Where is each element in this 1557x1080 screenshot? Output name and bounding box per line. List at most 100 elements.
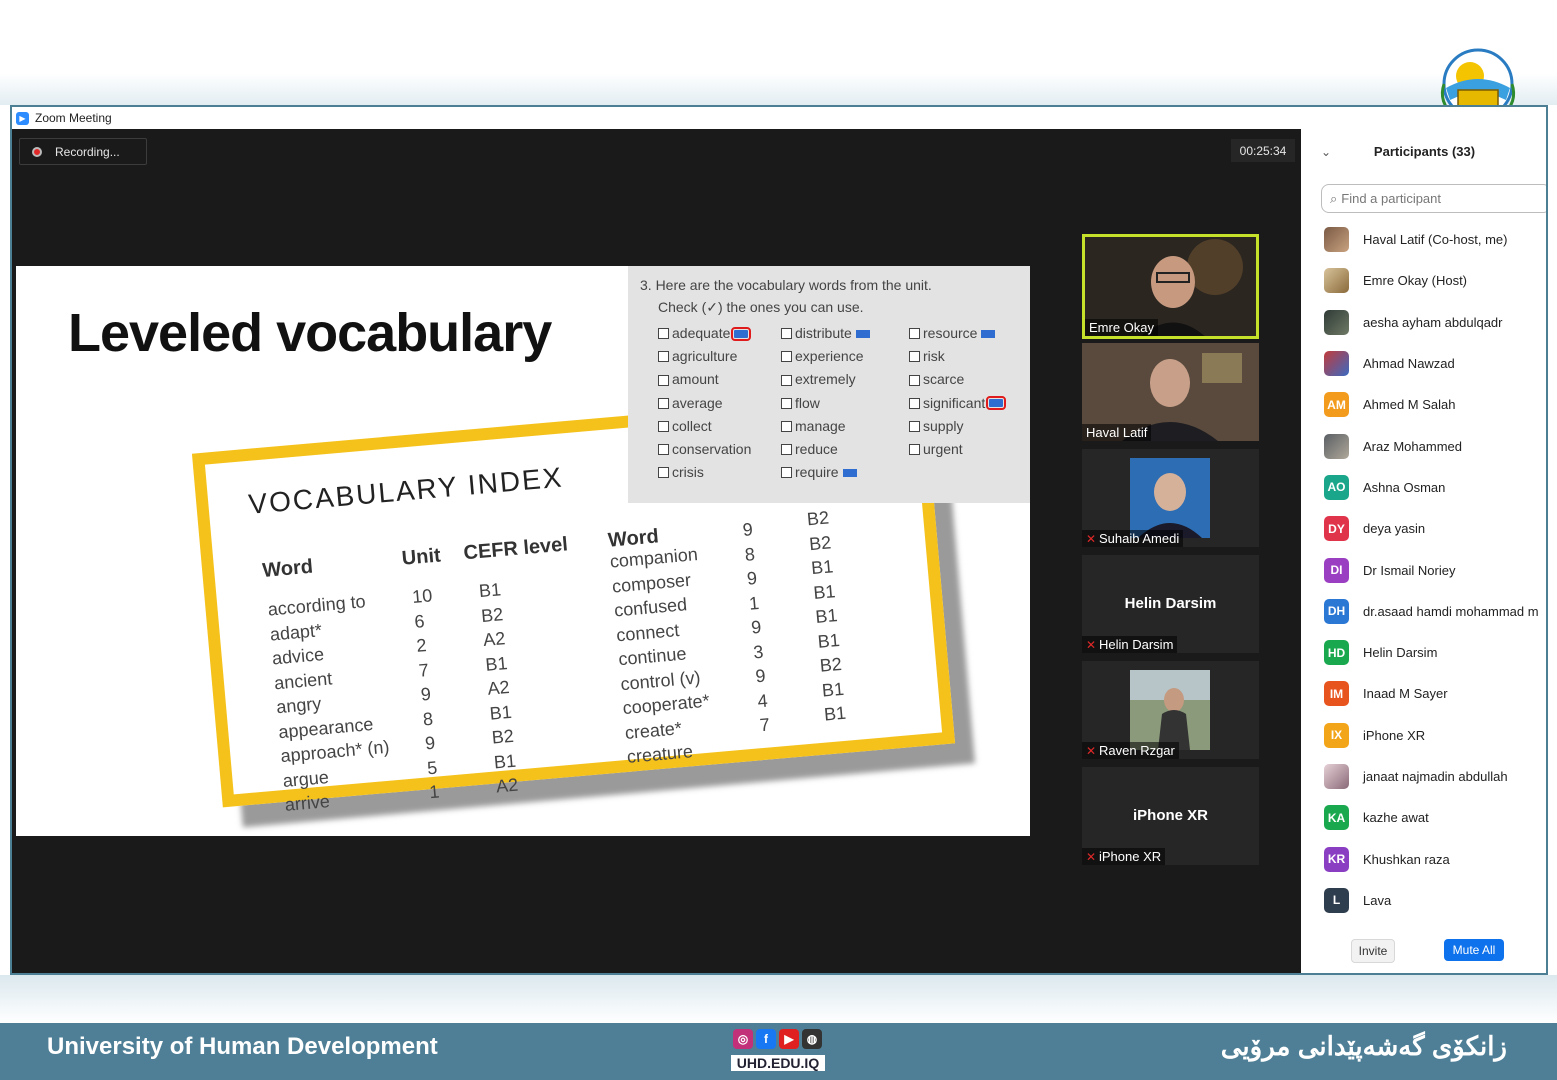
- exercise-instructions: 3. Here are the vocabulary words from th…: [640, 274, 932, 318]
- checkbox-item: average: [658, 392, 751, 415]
- checkbox-item: reduce: [781, 438, 870, 461]
- participant-name: deya yasin: [1363, 521, 1426, 537]
- checkbox-item: collect: [658, 415, 751, 438]
- window-title: Zoom Meeting: [35, 111, 112, 125]
- footer-university-name: University of Human Development: [47, 1033, 438, 1060]
- participants-header: Participants (33): [1373, 144, 1476, 159]
- participant-row[interactable]: DH dr.asaad hamdi mohammad m: [1301, 591, 1546, 632]
- avatar: AM: [1324, 392, 1349, 418]
- unit: 7: [417, 659, 430, 681]
- participant-name: Khushkan raza: [1363, 851, 1450, 867]
- participant-name: Ahmed M Salah: [1363, 397, 1456, 413]
- participant-name: Araz Mohammed: [1363, 438, 1462, 454]
- facebook-icon[interactable]: f: [756, 1029, 776, 1049]
- participant-name: Lava: [1363, 892, 1392, 908]
- youtube-icon[interactable]: ▶: [779, 1029, 799, 1049]
- checkbox-item: significant: [909, 392, 1007, 415]
- item-label: manage: [795, 417, 846, 434]
- vocab-index-title: VOCABULARY INDEX: [247, 461, 565, 520]
- unit: 7: [758, 714, 771, 736]
- participant-row[interactable]: KR Khushkan raza: [1301, 838, 1546, 879]
- checkbox-icon: [658, 467, 669, 479]
- tile-label: ✕ Helin Darsim: [1082, 636, 1178, 653]
- checkbox-icon: [909, 420, 920, 432]
- cefr-level: B2: [806, 507, 830, 530]
- participant-row[interactable]: IX iPhone XR: [1301, 715, 1546, 756]
- participant-row[interactable]: AM Ahmed M Salah: [1301, 384, 1546, 425]
- levels-column-2: B2 B2 B1 B1 B1 B1 B2 B1 B1: [806, 505, 847, 727]
- tile-label: ✕ Suhaib Amedi: [1082, 530, 1184, 547]
- participant-row[interactable]: Emre Okay (Host): [1301, 260, 1546, 301]
- participant-list: Haval Latif (Co-host, me) Emre Okay (Hos…: [1301, 219, 1546, 921]
- participant-row[interactable]: janaat najmadin abdullah: [1301, 756, 1546, 797]
- avatar: DH: [1324, 598, 1349, 624]
- participant-name: janaat najmadin abdullah: [1363, 769, 1508, 784]
- avatar: L: [1324, 887, 1349, 913]
- muted-mic-icon: ✕: [1086, 743, 1097, 758]
- participant-row[interactable]: L Lava: [1301, 880, 1546, 921]
- website-url[interactable]: UHD.EDU.IQ: [731, 1055, 825, 1071]
- participant-row[interactable]: Araz Mohammed: [1301, 425, 1546, 466]
- checkbox-item: conservation: [658, 438, 751, 461]
- checkbox-icon: [781, 351, 792, 363]
- muted-mic-icon: ✕: [1086, 849, 1097, 864]
- participant-row[interactable]: IM Inaad M Sayer: [1301, 673, 1546, 714]
- item-label: conservation: [672, 441, 752, 458]
- item-label: flow: [795, 394, 820, 411]
- checkbox-item: adequate: [658, 322, 752, 345]
- video-tile-active-speaker[interactable]: Emre Okay: [1082, 234, 1259, 339]
- participant-row[interactable]: AO Ashna Osman: [1301, 467, 1546, 508]
- profile-photo-icon: [1130, 670, 1210, 750]
- video-tile[interactable]: iPhone XR ✕ iPhone XR: [1082, 767, 1259, 865]
- cefr-level: A2: [495, 774, 519, 797]
- checkbox-icon: [909, 374, 920, 386]
- unit: 9: [750, 616, 763, 638]
- zoom-icon: ▶: [16, 111, 29, 125]
- units-column-2: 9 8 9 1 9 3 9 4 7: [742, 517, 771, 738]
- unit: 2: [415, 635, 428, 656]
- instagram-icon[interactable]: ◎: [733, 1029, 753, 1049]
- video-tile[interactable]: ✕ Suhaib Amedi: [1082, 449, 1259, 547]
- participant-name: dr.asaad hamdi mohammad m: [1363, 603, 1539, 619]
- item-label: require: [795, 464, 839, 481]
- tile-label: Haval Latif: [1082, 424, 1152, 441]
- exercise-line-1: 3. Here are the vocabulary words from th…: [640, 277, 932, 293]
- item-label: reduce: [795, 441, 838, 458]
- participant-name: Suhaib Amedi: [1099, 531, 1180, 546]
- checkbox-icon: [909, 397, 920, 409]
- checkbox-item: extremely: [781, 368, 870, 391]
- checkbox-item: flow: [781, 392, 870, 415]
- video-tile[interactable]: Helin Darsim ✕ Helin Darsim: [1082, 555, 1259, 653]
- video-tile[interactable]: Haval Latif: [1082, 343, 1259, 441]
- footer-banner: University of Human Development ◎ f ▶ ◍ …: [0, 1023, 1557, 1080]
- participant-row[interactable]: DI Dr Ismail Noriey: [1301, 549, 1546, 590]
- cefr-level: B1: [821, 678, 845, 701]
- participant-row[interactable]: aesha ayham abdulqadr: [1301, 302, 1546, 343]
- levels-column-1: B1 B2 A2 B1 A2 B1 B2 B1 A2: [478, 577, 519, 799]
- participant-row[interactable]: Ahmad Nawzad: [1301, 343, 1546, 384]
- units-column-1: 10 6 2 7 9 8 9 5 1: [411, 583, 450, 804]
- video-tile[interactable]: ✕ Raven Rzgar: [1082, 661, 1259, 759]
- recording-indicator[interactable]: Recording...: [19, 138, 147, 165]
- participant-row[interactable]: Haval Latif (Co-host, me): [1301, 219, 1546, 260]
- vocabulary-exercise: 3. Here are the vocabulary words from th…: [628, 266, 1030, 503]
- checkbox-item: resource: [909, 322, 1003, 345]
- checkbox-item: risk: [909, 345, 1003, 368]
- participant-row[interactable]: KA kazhe awat: [1301, 797, 1546, 838]
- invite-button[interactable]: Invite: [1351, 939, 1395, 963]
- participant-name: iPhone XR: [1099, 849, 1162, 864]
- cefr-level: B1: [488, 701, 513, 724]
- participant-row[interactable]: HD Helin Darsim: [1301, 632, 1546, 673]
- mute-all-button[interactable]: Mute All: [1444, 939, 1504, 961]
- checkbox-icon: [781, 467, 792, 479]
- avatar: IX: [1324, 722, 1349, 748]
- web-icon[interactable]: ◍: [802, 1029, 822, 1049]
- participant-row[interactable]: DY deya yasin: [1301, 508, 1546, 549]
- participant-search-input[interactable]: ⌕ Find a participant: [1321, 184, 1546, 213]
- checkbox-icon: [781, 397, 792, 409]
- item-label: significant: [923, 394, 986, 411]
- cefr-level: B1: [814, 605, 839, 627]
- participant-name: Haval Latif: [1086, 425, 1148, 440]
- checkbox-icon: [909, 351, 920, 363]
- cefr-level: B2: [808, 531, 832, 554]
